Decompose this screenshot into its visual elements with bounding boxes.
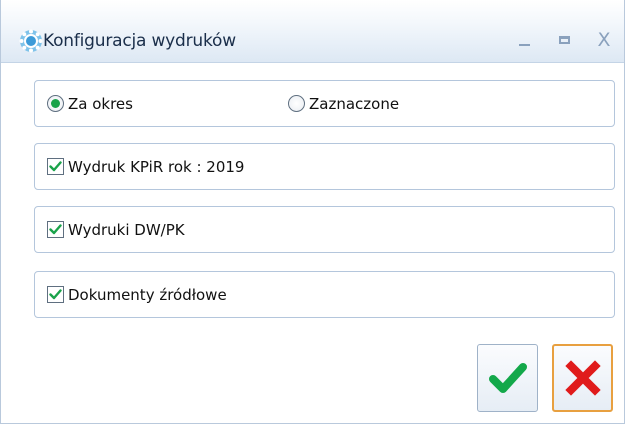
checkbox-checked-icon[interactable] bbox=[47, 221, 64, 238]
window-controls: X bbox=[504, 29, 624, 51]
x-icon bbox=[564, 360, 601, 396]
cancel-button[interactable] bbox=[552, 344, 613, 412]
maximize-icon bbox=[558, 36, 570, 44]
checkbox-kpir[interactable]: Wydruk KPiR rok : 2019 bbox=[47, 144, 244, 189]
checkbox-checked-icon[interactable] bbox=[47, 158, 64, 175]
checkbox-checked-icon[interactable] bbox=[47, 286, 64, 303]
checkbox-source-docs-label: Dokumenty źródłowe bbox=[68, 285, 227, 304]
option-kpir-group: Wydruk KPiR rok : 2019 bbox=[34, 143, 615, 190]
title-bar[interactable]: Konfiguracja wydruków X bbox=[1, 0, 624, 63]
minimize-icon bbox=[518, 44, 530, 46]
ok-button[interactable] bbox=[477, 344, 538, 412]
dialog-window: Konfiguracja wydruków X Za okres Zaznacz… bbox=[0, 0, 625, 424]
checkbox-dwpk[interactable]: Wydruki DW/PK bbox=[47, 207, 185, 252]
checkbox-source-docs[interactable]: Dokumenty źródłowe bbox=[47, 272, 227, 317]
window-title: Konfiguracja wydruków bbox=[43, 31, 236, 51]
minimize-button[interactable] bbox=[504, 30, 544, 50]
period-group: Za okres Zaznaczone bbox=[34, 80, 615, 127]
radio-zaznaczone[interactable]: Zaznaczone bbox=[288, 81, 399, 126]
check-icon bbox=[488, 363, 527, 393]
maximize-button[interactable] bbox=[544, 30, 584, 50]
option-dwpk-group: Wydruki DW/PK bbox=[34, 206, 615, 253]
close-window-button[interactable]: X bbox=[584, 29, 624, 51]
app-icon bbox=[19, 29, 43, 53]
radio-unselected-icon[interactable] bbox=[288, 95, 305, 112]
option-source-docs-group: Dokumenty źródłowe bbox=[34, 271, 615, 318]
checkbox-dwpk-label: Wydruki DW/PK bbox=[68, 220, 185, 239]
radio-zaznaczone-label: Zaznaczone bbox=[309, 94, 400, 113]
close-icon: X bbox=[597, 29, 611, 51]
radio-za-okres-label: Za okres bbox=[68, 94, 133, 113]
radio-za-okres[interactable]: Za okres bbox=[47, 81, 133, 126]
radio-selected-icon[interactable] bbox=[47, 95, 64, 112]
checkbox-kpir-label: Wydruk KPiR rok : 2019 bbox=[68, 157, 245, 176]
